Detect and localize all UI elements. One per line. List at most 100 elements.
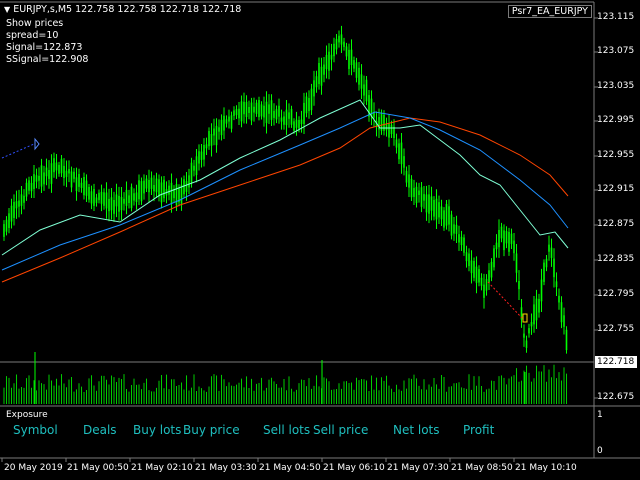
candle-body — [278, 105, 280, 117]
current-price-tag: 122.718 — [595, 356, 637, 368]
candle-body — [410, 178, 413, 198]
buy-signal-arrow-icon — [34, 137, 40, 151]
candle-body — [158, 179, 160, 197]
candle-body — [23, 195, 25, 203]
price-tick: 122.915 — [597, 184, 635, 194]
candle-body — [280, 117, 283, 122]
candle-body — [355, 62, 358, 78]
candle-body — [400, 142, 403, 165]
candle-body — [485, 279, 488, 291]
time-tick: 21 May 08:50 — [451, 463, 513, 473]
candle-body — [540, 279, 543, 302]
candle-body — [518, 280, 520, 290]
time-tick: 21 May 02:10 — [131, 463, 193, 473]
candle-body — [225, 119, 228, 124]
price-chart[interactable] — [0, 0, 640, 480]
column-deals: Deals — [83, 423, 117, 437]
candle-body — [185, 181, 188, 192]
candle-body — [133, 193, 135, 201]
candle-body — [320, 66, 323, 86]
price-tick: 122.875 — [597, 219, 635, 229]
candle-body — [245, 101, 248, 117]
candle-body — [168, 185, 170, 195]
candle-body — [408, 174, 410, 188]
candle-body — [385, 124, 388, 131]
candle-body — [118, 195, 120, 212]
column-symbol: Symbol — [13, 423, 58, 437]
candle-body — [325, 54, 328, 70]
candle-body — [195, 156, 198, 175]
candle-body — [480, 277, 483, 286]
time-tick: 21 May 04:50 — [259, 463, 321, 473]
candle-body — [358, 67, 360, 85]
candle-body — [535, 298, 538, 321]
candle-body — [55, 162, 58, 171]
candle-body — [315, 76, 318, 88]
candle-body — [508, 231, 510, 252]
candle-body — [550, 247, 553, 258]
candle-body — [163, 179, 165, 199]
candle-body — [548, 244, 550, 252]
candle-body — [298, 120, 300, 129]
candle-body — [318, 62, 320, 85]
candle-body — [545, 258, 548, 268]
candle-body — [58, 164, 60, 174]
price-tick: 122.795 — [597, 289, 635, 299]
expert-advisor-name[interactable]: Psr7_EA_EURJPY — [507, 5, 592, 18]
candle-body — [173, 189, 175, 199]
candle-body — [45, 167, 48, 177]
candle-body — [110, 197, 113, 211]
column-sell-lots: Sell lots — [263, 423, 311, 437]
candle-body — [295, 119, 298, 128]
candle-body — [258, 100, 260, 118]
candle-body — [438, 202, 440, 218]
candle-body — [428, 194, 430, 214]
candle-body — [263, 105, 265, 118]
candle-body — [393, 126, 395, 138]
candle-body — [338, 35, 340, 43]
candle-body — [268, 104, 270, 114]
candle-body — [248, 107, 250, 113]
candle-body — [85, 180, 88, 196]
ssignal-label: SSignal=122.908 — [6, 54, 89, 65]
candle-body — [453, 224, 455, 234]
candle-body — [363, 84, 365, 96]
candle-body — [68, 169, 70, 174]
candle-body — [340, 34, 343, 45]
price-tick: 122.995 — [597, 115, 635, 125]
candle-body — [443, 210, 445, 228]
candle-body — [3, 224, 5, 237]
candle-body — [505, 231, 508, 244]
candle-body — [148, 179, 150, 193]
candle-body — [95, 197, 98, 203]
candle-body — [188, 175, 190, 188]
candle-body — [30, 182, 33, 192]
candle-body — [475, 266, 478, 283]
candle-body — [523, 333, 525, 338]
candle-body — [265, 101, 268, 124]
candle-body — [498, 229, 500, 248]
candle-body — [513, 240, 515, 254]
candle-body — [65, 170, 68, 177]
candle-body — [343, 41, 345, 47]
candle-body — [313, 80, 315, 97]
candle-body — [33, 174, 35, 189]
candle-body — [468, 253, 470, 267]
candle-body — [473, 260, 475, 278]
candle-body — [283, 116, 285, 125]
candle-body — [135, 192, 138, 203]
candle-body — [360, 74, 363, 89]
candle-body — [228, 116, 230, 122]
time-tick: 21 May 06:10 — [323, 463, 385, 473]
candle-body — [10, 205, 13, 222]
candle-body — [100, 191, 103, 204]
candle-body — [493, 248, 495, 268]
candle-body — [465, 252, 468, 262]
collapse-triangle-icon[interactable]: ▼ — [4, 5, 10, 14]
candle-body — [510, 233, 513, 244]
candle-body — [323, 64, 325, 75]
candle-body — [80, 182, 83, 188]
time-tick: 21 May 03:30 — [195, 463, 257, 473]
candle-body — [348, 49, 350, 69]
candle-body — [560, 302, 563, 323]
